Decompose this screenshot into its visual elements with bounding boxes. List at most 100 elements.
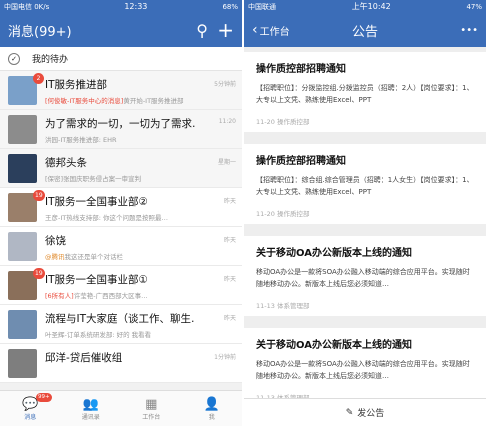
notice-body: 移动OA办公是一款将SOA办公融入移动端的综合应用平台。实现随时随地移动办公。新…	[256, 360, 470, 380]
edit-icon: ✎	[345, 407, 354, 418]
conversation-title: 德邦头条	[45, 157, 87, 169]
conversation-item[interactable]: 徐饶 @腾讯我这还是单个对话栏 昨天	[0, 227, 242, 266]
conversation-time: 昨天	[223, 315, 236, 322]
conversation-time: 昨天	[223, 237, 236, 244]
notice-body: 【招聘职位】：分拨监控组.分拨监控员（招聘：2人）【岗位要求】：1、大专以上文凭…	[256, 84, 474, 104]
back-label: 工作台	[259, 26, 290, 38]
bottom-tab-bar: 💬 消息 99+ 👥 通讯录 ▦ 工作台 👤 我	[0, 390, 242, 426]
preview-text: 我这还是单个对话栏	[64, 253, 124, 261]
tab-item[interactable]: 💬 消息 99+	[0, 391, 61, 426]
conversation-item[interactable]: 德邦头条 [保密]张国庆职务侵占案一审宣判 星期一	[0, 149, 242, 188]
conversation-preview: @腾讯我这还是单个对话栏	[45, 251, 123, 261]
tab-item[interactable]: ▦ 工作台	[121, 391, 182, 426]
conversation-title: 徐饶	[45, 235, 66, 247]
conversation-time: 1分钟前	[214, 354, 236, 361]
conversation-item[interactable]: 为了需求的一切，一切为了需求… 洪园-IT服务推进部: EHR 11:20	[0, 110, 242, 149]
conversation-time: 11:20	[218, 118, 236, 125]
conversation-title: IT服务一全国事业部①	[45, 274, 148, 286]
notice-title: 操作质控部招聘通知	[256, 156, 346, 167]
notice-meta: 11-20 操作质控部	[256, 118, 310, 126]
tab-icon: 👥	[82, 396, 99, 412]
conversation-item[interactable]: 2 IT服务推进部 [何俊敏-IT服务中心的消息]黄开始-IT服务推进部 5分钟前	[0, 71, 242, 110]
notice-header: ‹ 工作台 公告 •••	[244, 13, 486, 47]
notice-panel: 中国联通 上午10:42 47% ‹ 工作台 公告 ••• 操作质控部招聘通知【…	[244, 0, 486, 426]
notice-card[interactable]: 操作质控部招聘通知【招聘职位】：综合组.综合管理员（招聘：1人女生）【岗位要求】…	[244, 144, 486, 224]
conversation-time: 星期一	[217, 159, 236, 166]
conversation-preview: [6所有人]许莹艳-广西西部大区事…	[45, 290, 148, 300]
post-notice-button[interactable]: ✎ 发公告	[244, 398, 486, 426]
unread-badge: 2	[33, 73, 44, 84]
tab-badge: 99+	[36, 393, 52, 402]
back-button[interactable]: ‹ 工作台	[252, 22, 290, 38]
conversation-title: IT服务一全国事业部②	[45, 196, 148, 208]
todo-row[interactable]: ✓ 我的待办	[0, 47, 242, 71]
preview-text: 黄开始-IT服务推进部	[123, 97, 184, 105]
conversation-time: 昨天	[223, 276, 236, 283]
clock-text: 上午10:42	[351, 2, 391, 11]
tab-label: 消息	[24, 413, 37, 421]
notice-list: 操作质控部招聘通知【招聘职位】：分拨监控组.分拨监控员（招聘：2人）【岗位要求】…	[244, 47, 486, 408]
conversation-time: 昨天	[223, 198, 236, 205]
conversation-item[interactable]: 邱洋-贷后催收组 1分钟前	[0, 344, 242, 383]
carrier-text: 中国电信 0K/s	[4, 2, 50, 11]
notice-body: 【招聘职位】：综合组.综合管理员（招聘：1人女生）【岗位要求】：1、大专以上文凭…	[256, 176, 474, 196]
tab-label: 工作台	[142, 413, 161, 421]
avatar	[8, 349, 37, 378]
notice-card[interactable]: 关于移动OA办公新版本上线的通知移动OA办公是一款将SOA办公融入移动端的综合应…	[244, 328, 486, 408]
notice-card[interactable]: 操作质控部招聘通知【招聘职位】：分拨监控组.分拨监控员（招聘：2人）【岗位要求】…	[244, 52, 486, 132]
unread-badge: 19	[33, 190, 45, 201]
clock-text: 12:33	[124, 2, 148, 11]
preview-text: 叶圣辉-订单系统研发部: 好的 我看看	[45, 331, 152, 339]
conversation-title: 邱洋-贷后催收组	[45, 352, 123, 364]
status-bar: 中国电信 0K/s 12:33 68%	[0, 0, 242, 13]
carrier-text: 中国联通	[248, 2, 276, 11]
conversation-title: 为了需求的一切，一切为了需求…	[45, 118, 195, 130]
avatar	[8, 232, 37, 261]
avatar	[8, 310, 37, 339]
notice-card[interactable]: 关于移动OA办公新版本上线的通知 移动OA办公是一款将SOA办公融入移动端的综合应…	[244, 236, 486, 316]
tab-item[interactable]: 👤 我	[182, 391, 243, 426]
conversation-preview: 王彦-IT热线支持部: 你这个问题是按照最…	[45, 212, 168, 222]
conversation-time: 5分钟前	[214, 81, 236, 88]
search-icon[interactable]: ⚲	[196, 21, 208, 40]
page-title: 消息(99+)	[8, 24, 72, 40]
conversation-preview: [何俊敏-IT服务中心的消息]黄开始-IT服务推进部	[45, 95, 184, 105]
avatar	[8, 115, 37, 144]
preview-text: 王彦-IT热线支持部: 你这个问题是按照最…	[45, 214, 168, 222]
notice-title: 操作质控部招聘通知	[256, 64, 346, 75]
conversation-preview: 叶圣辉-订单系统研发部: 好的 我看看	[45, 329, 151, 339]
preview-text: [保密]张国庆职务侵占案一审宣判	[45, 175, 142, 183]
conversation-item[interactable]: 19 IT服务一全国事业部① [6所有人]许莹艳-广西西部大区事… 昨天	[0, 266, 242, 305]
tab-label: 通讯录	[81, 413, 100, 421]
conversation-title: IT服务推进部	[45, 79, 108, 91]
messages-header: 消息(99+) ⚲ +	[0, 13, 242, 47]
conversation-preview: 洪园-IT服务推进部: EHR	[45, 134, 117, 144]
status-bar: 中国联通 上午10:42 47%	[244, 0, 486, 13]
avatar	[8, 154, 37, 183]
notice-meta: 11-20 操作质控部	[256, 210, 310, 218]
check-icon: ✓	[8, 52, 20, 65]
todo-label: 我的待办	[32, 55, 69, 65]
conversation-list: 2 IT服务推进部 [何俊敏-IT服务中心的消息]黄开始-IT服务推进部 5分钟前为了…	[0, 71, 242, 383]
preview-text: 许莹艳-广西西部大区事…	[73, 292, 148, 300]
tab-label: 我	[208, 413, 215, 421]
conversation-preview: [保密]张国庆职务侵占案一审宣判	[45, 173, 141, 183]
post-label: 发公告	[357, 409, 385, 419]
notice-title: 关于移动OA办公新版本上线的通知	[256, 340, 412, 351]
mention-tag: [何俊敏-IT服务中心的消息]	[45, 97, 124, 105]
add-icon[interactable]: +	[217, 18, 234, 42]
message-panel: 中国电信 0K/s 12:33 68% 消息(99+) ⚲ + ✓ 我的待办 2…	[0, 0, 242, 426]
more-icon[interactable]: •••	[460, 25, 478, 36]
conversation-title: 流程与IT大家庭（谈工作、聊生…	[45, 313, 195, 325]
chevron-left-icon: ‹	[252, 22, 258, 38]
battery-text: 68%	[222, 2, 238, 11]
unread-badge: 19	[33, 268, 45, 279]
notice-meta: 11-13 体系管理部	[256, 302, 310, 310]
source-tag: @腾讯	[45, 253, 65, 261]
battery-text: 47%	[466, 2, 482, 11]
tab-item[interactable]: 👥 通讯录	[61, 391, 122, 426]
conversation-item[interactable]: 流程与IT大家庭（谈工作、聊生… 叶圣辉-订单系统研发部: 好的 我看看 昨天	[0, 305, 242, 344]
tab-icon: ▦	[145, 396, 158, 412]
conversation-item[interactable]: 19 IT服务一全国事业部② 王彦-IT热线支持部: 你这个问题是按照最… 昨天	[0, 188, 242, 227]
tab-icon: 👤	[203, 396, 220, 412]
